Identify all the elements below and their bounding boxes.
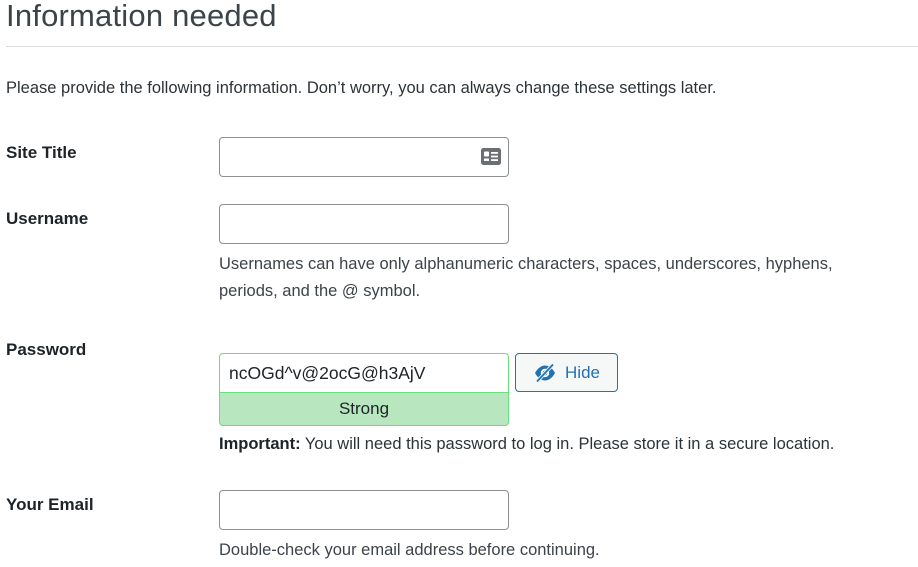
username-help-line-2: periods, and the @ symbol. <box>219 282 421 300</box>
email-help: Double-check your email address before c… <box>219 541 600 559</box>
important-text: You will need this password to log in. P… <box>300 435 835 453</box>
password-strength-meter: Strong <box>219 392 509 426</box>
site-title-input[interactable] <box>219 137 509 177</box>
password-field-group: Strong <box>219 353 509 426</box>
hide-password-button[interactable]: Hide <box>515 353 618 392</box>
title-divider <box>6 46 918 47</box>
important-label: Important: <box>219 435 301 453</box>
username-label: Username <box>6 209 89 228</box>
page-title: Information needed <box>6 0 277 33</box>
hide-password-label: Hide <box>565 362 600 382</box>
intro-text: Please provide the following information… <box>6 79 717 97</box>
username-input[interactable] <box>219 204 509 244</box>
password-input[interactable] <box>219 353 509 392</box>
password-label: Password <box>6 340 87 359</box>
email-label: Your Email <box>6 495 94 514</box>
username-help: Usernames can have only alphanumeric cha… <box>219 251 833 305</box>
password-important-note: Important: You will need this password t… <box>219 435 834 454</box>
site-title-label: Site Title <box>6 143 77 162</box>
eye-slash-icon <box>535 362 556 383</box>
contact-card-icon[interactable] <box>481 148 501 165</box>
email-input[interactable] <box>219 490 509 530</box>
username-help-line-1: Usernames can have only alphanumeric cha… <box>219 255 833 273</box>
